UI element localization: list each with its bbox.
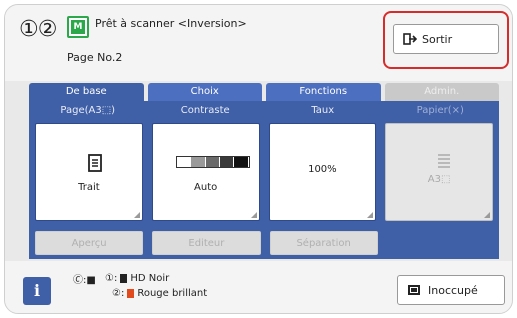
footer-bar: i 🄫:■ ①: HD Noir ②: Rouge brillant Inocc… [5, 261, 512, 313]
page-mode-button[interactable]: Trait [35, 123, 143, 221]
control-panel: ①② M Prêt à scanner <Inversion> Page No.… [4, 4, 513, 314]
paper-value: A3⬚ [427, 174, 451, 185]
exit-highlight: Sortir [383, 11, 509, 69]
ink2-name: Rouge brillant [137, 288, 208, 299]
corner-marker [250, 212, 257, 218]
ink1-name: HD Noir [130, 273, 170, 284]
contrast-value: Auto [194, 182, 218, 193]
ink2-swatch [127, 289, 135, 298]
paper-stack-icon [438, 154, 451, 168]
action-row: Aperçu Editeur Séparation [35, 231, 493, 255]
idle-status-label: Inoccupé [428, 283, 478, 297]
column-headings: Page(A3⬚) Contraste Taux Papier(⨯) [29, 103, 499, 119]
ink-list: ①: HD Noir ②: Rouge brillant [105, 271, 207, 301]
ink2-number: ②: [112, 288, 125, 299]
settings-area: Page(A3⬚) Contraste Taux Papier(⨯) Trait [29, 101, 499, 259]
idle-status-button[interactable]: Inoccupé [397, 275, 505, 305]
contrast-gauge-icon [175, 156, 250, 168]
empty-slot [387, 231, 493, 255]
ratio-button[interactable]: 100% [268, 123, 377, 221]
tab-bar: De base Choix Fonctions Admin. [29, 83, 499, 101]
tab-choix[interactable]: Choix [147, 83, 262, 101]
exit-door-icon [403, 33, 417, 45]
contrast-button[interactable]: Auto [151, 123, 260, 221]
corner-marker [367, 212, 374, 218]
page-number: Page No.2 [67, 51, 123, 64]
drum-numbers: ①② [19, 17, 57, 42]
ink1-swatch [120, 274, 128, 283]
corner-marker [484, 212, 490, 218]
setting-cards: Trait Auto 100% A3⬚ [35, 123, 493, 221]
exit-label: Sortir [422, 32, 453, 46]
document-icon [88, 154, 102, 172]
heading-taux: Taux [311, 105, 335, 116]
separation-button[interactable]: Séparation [269, 231, 378, 255]
page-mode-value: Trait [78, 182, 100, 193]
ink1-number: ①: [105, 273, 118, 284]
paper-button[interactable]: A3⬚ [385, 123, 493, 221]
tab-admin[interactable]: Admin. [384, 83, 499, 101]
ink-row-2: ②: Rouge brillant [105, 286, 207, 301]
tab-fonctions[interactable]: Fonctions [266, 83, 381, 101]
status-text: Prêt à scanner <Inversion> [95, 17, 247, 30]
preview-button[interactable]: Aperçu [35, 231, 144, 255]
corner-marker [133, 212, 140, 218]
drum-status: 🄫:■ [73, 275, 96, 286]
master-mode-icon: M [67, 16, 89, 38]
ink-row-1: ①: HD Noir [105, 271, 207, 286]
mode-icon-letter: M [71, 20, 85, 34]
heading-contraste: Contraste [180, 105, 230, 116]
info-button[interactable]: i [23, 277, 51, 305]
ratio-value: 100% [308, 164, 337, 175]
heading-page: Page(A3⬚) [60, 105, 116, 116]
editor-button[interactable]: Editeur [152, 231, 261, 255]
tab-de-base[interactable]: De base [29, 83, 144, 101]
monitor-icon [408, 285, 420, 295]
heading-papier: Papier(⨯) [416, 105, 464, 116]
header-bar: ①② M Prêt à scanner <Inversion> Page No.… [5, 5, 512, 81]
exit-button[interactable]: Sortir [393, 24, 499, 54]
